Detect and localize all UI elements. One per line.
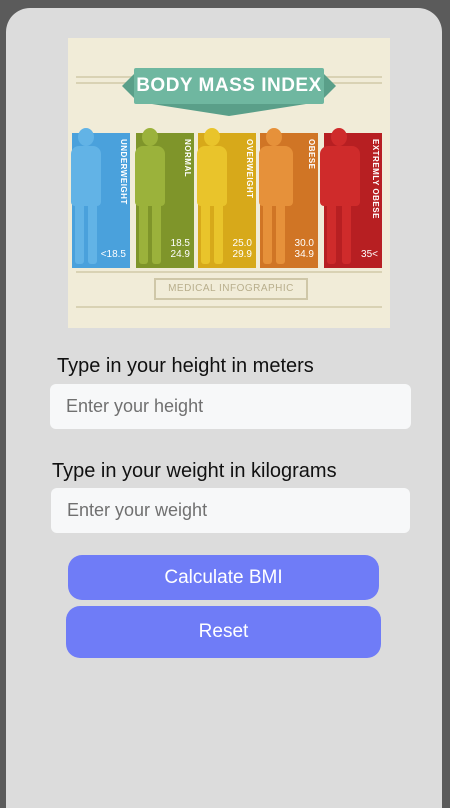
- bar-label: UNDERWEIGHT: [119, 139, 128, 205]
- decor-stripe: [76, 306, 382, 308]
- weight-label: Type in your weight in kilograms: [52, 460, 337, 482]
- height-input[interactable]: [50, 384, 411, 429]
- infographic-title: BODY MASS INDEX: [122, 68, 336, 104]
- decor-stripe: [76, 271, 382, 273]
- person-silhouette-icon: [194, 128, 230, 264]
- infographic-footer: MEDICAL INFOGRAPHIC: [154, 278, 308, 300]
- height-label: Type in your height in meters: [57, 355, 314, 377]
- person-silhouette-icon: [256, 128, 296, 264]
- reset-button[interactable]: Reset: [66, 606, 381, 658]
- bar-range: 18.5 24.9: [170, 238, 190, 260]
- person-silhouette-icon: [68, 128, 104, 264]
- bmi-infographic-image: BODY MASS INDEX UNDERWEIGHT <18.5 NORMAL…: [68, 38, 390, 328]
- person-silhouette-icon: [132, 128, 168, 264]
- bar-range: 25.0 29.9: [232, 238, 252, 260]
- bar-range: 35<: [361, 249, 378, 260]
- bar-label: EXTREMLY OBESE: [371, 139, 380, 219]
- person-silhouette-icon: [318, 128, 362, 264]
- app-card: BODY MASS INDEX UNDERWEIGHT <18.5 NORMAL…: [6, 8, 442, 808]
- bar-range: <18.5: [100, 249, 126, 260]
- bar-label: OBESE: [307, 139, 316, 170]
- bar-label: NORMAL: [183, 139, 192, 178]
- banner-tail: [152, 104, 306, 116]
- weight-input[interactable]: [51, 488, 410, 533]
- bar-range: 30.0 34.9: [294, 238, 314, 260]
- calculate-bmi-button[interactable]: Calculate BMI: [68, 555, 379, 600]
- bar-label: OVERWEIGHT: [245, 139, 254, 199]
